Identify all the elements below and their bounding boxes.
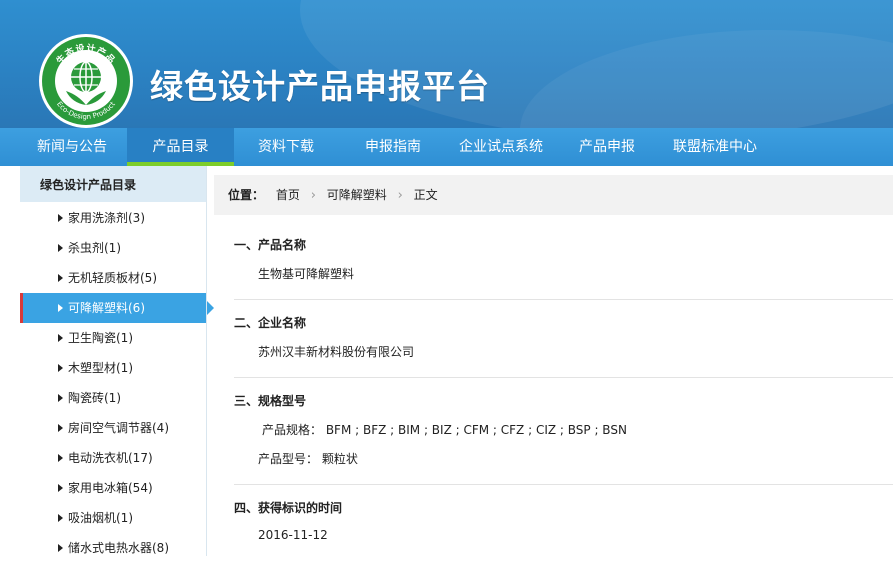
sidebar-item[interactable]: 陶瓷砖(1) bbox=[20, 383, 206, 413]
sidebar-item[interactable]: 储水式电热水器(8) bbox=[20, 533, 206, 563]
site-header: 生态设计产品 Eco-Design Product 绿色设计产品申报平台 bbox=[0, 0, 893, 128]
sidebar-item-label: 家用电冰箱(54) bbox=[68, 481, 153, 495]
section-title-product-name: 一、产品名称 bbox=[234, 238, 307, 252]
caret-right-icon bbox=[58, 424, 63, 432]
caret-right-icon bbox=[58, 214, 63, 222]
eco-design-logo[interactable]: 生态设计产品 Eco-Design Product bbox=[38, 33, 134, 128]
site-title: 绿色设计产品申报平台 bbox=[150, 67, 490, 106]
nav-item-downloads[interactable]: 资料下载 bbox=[238, 128, 334, 166]
sidebar-item-label: 吸油烟机(1) bbox=[68, 511, 133, 525]
sidebar-item-label: 卫生陶瓷(1) bbox=[68, 331, 133, 345]
sidebar-item-label: 可降解塑料(6) bbox=[68, 301, 145, 315]
nav-item-standards-center[interactable]: 联盟标准中心 bbox=[660, 128, 770, 166]
sidebar-item-label: 陶瓷砖(1) bbox=[68, 391, 121, 405]
main-content: 位置： 首页 › 可降解塑料 › 正文 一、产品名称 生物基可降解塑料 二、企业… bbox=[214, 166, 893, 556]
nav-item-news[interactable]: 新闻与公告 bbox=[22, 128, 122, 166]
caret-right-icon bbox=[58, 394, 63, 402]
nav-item-pilot-system[interactable]: 企业试点系统 bbox=[448, 128, 554, 166]
section-title-spec-model: 三、规格型号 bbox=[234, 394, 307, 408]
nav-item-guide[interactable]: 申报指南 bbox=[345, 128, 441, 166]
sidebar-item[interactable]: 家用电冰箱(54) bbox=[20, 473, 206, 503]
sidebar-item-label: 电动洗衣机(17) bbox=[68, 451, 153, 465]
certification-date-value: 2016-11-12 bbox=[258, 528, 328, 542]
product-spec-value: 产品规格： BFM ; BFZ ; BIM ; BIZ ; CFM ; CFZ … bbox=[262, 423, 627, 437]
sidebar-title: 绿色设计产品目录 bbox=[20, 166, 206, 202]
caret-right-icon bbox=[58, 244, 63, 252]
section-title-certification-date: 四、获得标识的时间 bbox=[234, 501, 343, 515]
section-title-company-name: 二、企业名称 bbox=[234, 316, 307, 330]
main-nav: 新闻与公告 产品目录 资料下载 申报指南 企业试点系统 产品申报 联盟标准中心 bbox=[0, 128, 893, 166]
sidebar: 绿色设计产品目录 家用洗涤剂(3) 杀虫剂(1) 无机轻质板材(5) 可降解塑料… bbox=[20, 166, 214, 556]
company-name-value: 苏州汉丰新材料股份有限公司 bbox=[258, 345, 415, 359]
sidebar-item[interactable]: 电动洗衣机(17) bbox=[20, 443, 206, 473]
globe-icon bbox=[71, 61, 101, 93]
sidebar-item[interactable]: 无机轻质板材(5) bbox=[20, 263, 206, 293]
product-name-value: 生物基可降解塑料 bbox=[258, 267, 355, 281]
caret-right-icon bbox=[58, 484, 63, 492]
sidebar-item-label: 家用洗涤剂(3) bbox=[68, 211, 145, 225]
sidebar-item-label: 房间空气调节器(4) bbox=[68, 421, 169, 435]
nav-item-product-apply[interactable]: 产品申报 bbox=[563, 128, 651, 166]
section-divider bbox=[234, 484, 893, 485]
breadcrumb-separator: › bbox=[397, 188, 403, 203]
caret-right-icon bbox=[58, 304, 63, 312]
nav-item-product-catalog[interactable]: 产品目录 bbox=[127, 128, 234, 166]
caret-right-icon bbox=[58, 364, 63, 372]
sidebar-item-label: 储水式电热水器(8) bbox=[68, 541, 169, 555]
breadcrumb-separator: › bbox=[310, 188, 316, 203]
breadcrumb-home-link[interactable]: 首页 bbox=[276, 188, 300, 202]
section-divider bbox=[234, 299, 893, 300]
sidebar-item-label: 杀虫剂(1) bbox=[68, 241, 121, 255]
divider bbox=[206, 166, 207, 556]
breadcrumb-current: 正文 bbox=[413, 188, 438, 202]
caret-right-icon bbox=[58, 514, 63, 522]
sidebar-item[interactable]: 吸油烟机(1) bbox=[20, 503, 206, 533]
sidebar-item-active[interactable]: 可降解塑料(6) bbox=[20, 293, 214, 323]
sidebar-item[interactable]: 杀虫剂(1) bbox=[20, 233, 206, 263]
sidebar-item-label: 无机轻质板材(5) bbox=[68, 271, 157, 285]
sidebar-item[interactable]: 家用洗涤剂(3) bbox=[20, 203, 206, 233]
breadcrumb-label: 位置： bbox=[228, 188, 265, 202]
sidebar-item[interactable]: 房间空气调节器(4) bbox=[20, 413, 206, 443]
caret-right-icon bbox=[58, 544, 63, 552]
caret-right-icon bbox=[58, 274, 63, 282]
caret-right-icon bbox=[58, 454, 63, 462]
caret-right-icon bbox=[58, 334, 63, 342]
sidebar-item-label: 木塑型材(1) bbox=[68, 361, 133, 375]
breadcrumb-category-link[interactable]: 可降解塑料 bbox=[327, 188, 387, 202]
sidebar-item[interactable]: 卫生陶瓷(1) bbox=[20, 323, 206, 353]
sidebar-item[interactable]: 木塑型材(1) bbox=[20, 353, 206, 383]
product-model-value: 产品型号： 颗粒状 bbox=[258, 452, 358, 466]
breadcrumb: 位置： 首页 › 可降解塑料 › 正文 bbox=[214, 175, 893, 215]
section-divider bbox=[234, 377, 893, 378]
